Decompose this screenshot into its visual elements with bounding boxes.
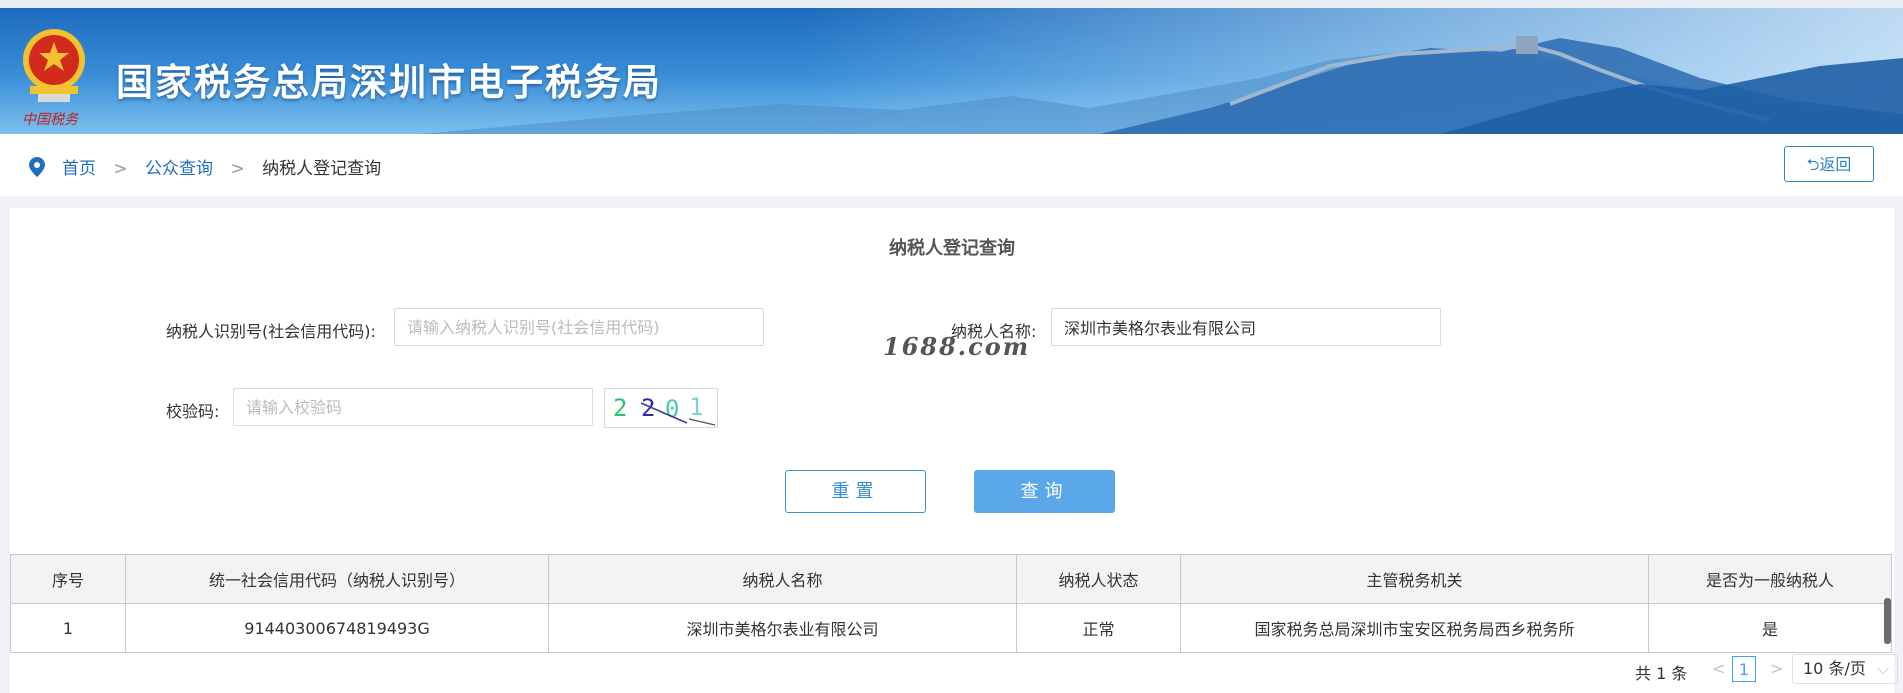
column-header-tax-authority: 主管税务机关 bbox=[1180, 554, 1649, 604]
form-title: 纳税人登记查询 bbox=[889, 238, 1015, 259]
captcha-label: 校验码: bbox=[166, 402, 220, 421]
back-button-label: 返回 bbox=[1819, 155, 1852, 174]
breadcrumb-current: 纳税人登记查询 bbox=[262, 159, 382, 179]
captcha-graphic: 2 2 0 1 bbox=[613, 393, 716, 426]
chevron-down-icon: ⌵ bbox=[1876, 659, 1890, 678]
results-table: 序号 统一社会信用代码（纳税人识别号） 纳税人名称 纳税人状态 主管税务机关 是… bbox=[10, 554, 1892, 653]
page-size-value: 10 条/页 bbox=[1803, 659, 1866, 678]
site-banner: 中国税务 国家税务总局深圳市电子税务局 bbox=[0, 0, 1903, 134]
svg-text:1: 1 bbox=[689, 393, 703, 421]
taxpayer-name-input[interactable] bbox=[1051, 308, 1441, 346]
table-scrollbar[interactable] bbox=[1884, 598, 1891, 644]
svg-text:2: 2 bbox=[613, 394, 627, 422]
tax-emblem-logo: 中国税务 bbox=[22, 29, 85, 128]
cell-status: 正常 bbox=[1016, 603, 1181, 653]
svg-text:中国税务: 中国税务 bbox=[22, 112, 79, 128]
column-header-taxpayer-name: 纳税人名称 bbox=[548, 554, 1017, 604]
breadcrumb-public-query-link[interactable]: 公众查询 bbox=[145, 159, 213, 179]
breadcrumb-bar: 首页 > 公众查询 > 纳税人登记查询 bbox=[0, 134, 1903, 196]
taxpayer-name-label: 纳税人名称: bbox=[951, 322, 1037, 341]
column-header-general-taxpayer: 是否为一般纳税人 bbox=[1648, 554, 1892, 604]
location-pin-icon bbox=[29, 157, 45, 177]
breadcrumb-separator: > bbox=[113, 159, 128, 179]
cell-general-taxpayer: 是 bbox=[1648, 603, 1892, 653]
cell-tax-authority: 国家税务总局深圳市宝安区税务局西乡税务所 bbox=[1180, 603, 1649, 653]
cell-taxpayer-name: 深圳市美格尔表业有限公司 bbox=[548, 603, 1017, 653]
cell-credit-code: 91440300674819493G bbox=[125, 603, 549, 653]
breadcrumb-separator: > bbox=[230, 159, 245, 179]
pagination-next-button[interactable]: > bbox=[1770, 659, 1783, 678]
column-header-index: 序号 bbox=[10, 554, 126, 604]
column-header-credit-code: 统一社会信用代码（纳税人识别号） bbox=[125, 554, 549, 604]
table-row[interactable]: 1 91440300674819493G 深圳市美格尔表业有限公司 正常 国家税… bbox=[10, 603, 1892, 653]
pagination-page-1[interactable]: 1 bbox=[1732, 656, 1756, 682]
breadcrumb-home-link[interactable]: 首页 bbox=[62, 159, 96, 179]
captcha-input[interactable] bbox=[233, 388, 593, 426]
cell-index: 1 bbox=[10, 603, 126, 653]
back-button[interactable]: ⮌返回 bbox=[1784, 146, 1874, 182]
reset-button[interactable]: 重置 bbox=[785, 470, 926, 513]
breadcrumb: 首页 > 公众查询 > 纳税人登记查询 bbox=[62, 154, 381, 179]
taxpayer-id-label: 纳税人识别号(社会信用代码): bbox=[166, 322, 376, 341]
query-button[interactable]: 查询 bbox=[974, 470, 1115, 513]
page-size-select[interactable]: 10 条/页 ⌵ bbox=[1792, 654, 1898, 684]
site-title: 国家税务总局深圳市电子税务局 bbox=[116, 61, 662, 104]
return-icon: ⮌ bbox=[1806, 155, 1820, 174]
column-header-status: 纳税人状态 bbox=[1016, 554, 1181, 604]
pagination-prev-button[interactable]: < bbox=[1712, 659, 1725, 678]
query-panel: 纳税人登记查询 纳税人识别号(社会信用代码): 1688.com 纳税人名称: … bbox=[10, 208, 1898, 693]
taxpayer-id-input[interactable] bbox=[394, 308, 764, 346]
table-header-row: 序号 统一社会信用代码（纳税人识别号） 纳税人名称 纳税人状态 主管税务机关 是… bbox=[10, 554, 1892, 604]
captcha-image[interactable]: 2 2 0 1 bbox=[604, 388, 718, 428]
pagination-total: 共 1 条 bbox=[1635, 664, 1688, 683]
